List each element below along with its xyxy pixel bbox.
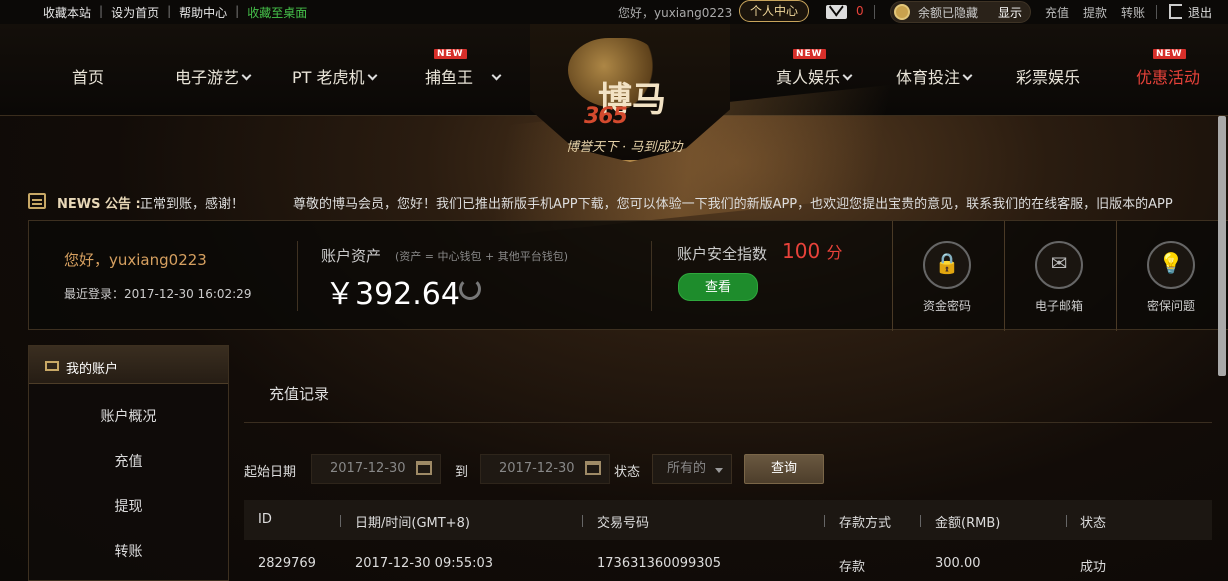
to-label: 到	[455, 465, 469, 480]
email-link[interactable]: ✉ 电子邮箱	[1004, 221, 1116, 331]
fund-password-link[interactable]: 🔒 资金密码	[892, 221, 1004, 331]
logo-slogan: 博誉天下 · 马到成功	[566, 140, 683, 155]
cell-method: 存款	[839, 560, 866, 575]
lightbulb-icon: 💡	[1158, 251, 1184, 275]
column-header[interactable]: 存款方式	[839, 512, 891, 531]
security-label: 账户安全指数	[677, 245, 768, 263]
status-label: 状态	[614, 465, 641, 480]
refresh-icon[interactable]	[459, 278, 481, 300]
assets-value: ￥392.64	[325, 277, 460, 312]
lock-icon: 🔒	[934, 251, 960, 275]
new-badge: NEW	[793, 49, 826, 59]
account-sidebar: 我的账户 账户概况 充值 提现 转账	[28, 345, 229, 581]
nav-lottery[interactable]: 彩票娱乐	[1016, 64, 1080, 88]
start-date-input[interactable]: 2017-12-30	[311, 454, 441, 484]
personal-center-button[interactable]: 个人中心	[739, 0, 809, 22]
top-links-left: 收藏本站 | 设为首页 | 帮助中心 | 收藏至桌面	[43, 4, 308, 21]
calendar-icon[interactable]	[585, 461, 601, 475]
sidebar-item-transfer[interactable]: 转账	[29, 541, 228, 561]
sidebar-item-deposit[interactable]: 充值	[29, 451, 228, 471]
chevron-down-icon	[367, 70, 377, 81]
column-header[interactable]: 交易号码	[597, 512, 649, 531]
transfer-link[interactable]: 转账	[1121, 4, 1145, 21]
new-badge: NEW	[1153, 49, 1186, 59]
cell-id: 2829769	[258, 556, 316, 571]
nav-live-casino[interactable]: 真人娱乐	[776, 64, 853, 88]
help-center-link[interactable]: 帮助中心	[179, 4, 227, 21]
sidebar-item-overview[interactable]: 账户概况	[29, 406, 228, 426]
end-date-input[interactable]: 2017-12-30	[480, 454, 610, 484]
column-header[interactable]: 状态	[1080, 512, 1106, 531]
assets-note: (资产 = 中心钱包 + 其他平台钱包)	[395, 250, 569, 263]
top-links-right: 充值 提款 转账	[1045, 4, 1159, 21]
set-homepage-link[interactable]: 设为首页	[111, 4, 159, 21]
top-utility-bar: 收藏本站 | 设为首页 | 帮助中心 | 收藏至桌面 您好，yuxiang022…	[0, 0, 1228, 24]
user-greeting: 您好，yuxiang0223	[618, 6, 733, 20]
nav-fishing-king[interactable]: 捕鱼王	[425, 64, 502, 88]
column-header[interactable]: 金额(RMB)	[935, 512, 1000, 531]
cell-datetime: 2017-12-30 09:55:03	[355, 556, 494, 571]
sidebar-header: 我的账户	[29, 346, 228, 384]
status-select[interactable]: 所有的	[652, 454, 732, 484]
logout-icon[interactable]	[1169, 4, 1182, 19]
column-header[interactable]: ID	[258, 512, 272, 527]
last-login: 最近登录：2017-12-30 16:02:29	[64, 287, 252, 301]
query-button[interactable]: 查询	[744, 454, 824, 484]
bookmark-link[interactable]: 收藏本站	[43, 4, 91, 21]
save-to-desktop-link[interactable]: 收藏至桌面	[247, 4, 307, 21]
news-ticker: NEWS 公告 : 正常到账，感谢！ 尊敬的博马会员，您好！我们已推出新版手机A…	[0, 190, 1228, 214]
announcement-icon	[28, 193, 46, 209]
table-row: 2829769 2017-12-30 09:55:03 173631360099…	[244, 544, 1212, 581]
assets-label: 账户资产	[321, 247, 382, 265]
page-title: 充值记录	[269, 385, 330, 403]
chevron-down-icon	[491, 70, 502, 81]
deposit-records-panel: 充值记录 起始日期 2017-12-30 到 2017-12-30 状态 所有的…	[244, 362, 1214, 581]
show-balance-button[interactable]: 显示	[998, 4, 1022, 21]
nav-promotions[interactable]: 优惠活动	[1136, 64, 1200, 88]
coin-icon	[894, 4, 910, 20]
nav-pt-slots[interactable]: PT 老虎机	[292, 64, 377, 88]
balance-hidden-text: 余额已隐藏	[918, 6, 979, 20]
cell-transaction-no: 173631360099305	[597, 556, 722, 571]
chevron-down-icon	[842, 70, 853, 81]
start-date-label: 起始日期	[244, 465, 297, 480]
news-text: 正常到账，感谢！	[140, 197, 245, 212]
logout-link[interactable]: 退出	[1188, 4, 1212, 21]
page-scrollbar[interactable]	[1218, 116, 1228, 581]
scrollbar-thumb[interactable]	[1218, 116, 1226, 376]
cell-amount: 300.00	[935, 556, 981, 571]
account-greeting: 您好，yuxiang0223	[64, 251, 207, 269]
cell-status: 成功	[1080, 560, 1107, 575]
mail-icon[interactable]	[826, 5, 847, 19]
nav-egames[interactable]: 电子游艺	[175, 64, 252, 88]
security-score: 100 分	[782, 239, 843, 263]
sidebar-item-withdraw[interactable]: 提现	[29, 496, 228, 516]
sidebar-title: 我的账户	[66, 362, 119, 377]
news-text: 尊敬的博马会员，您好！我们已推出新版手机APP下载，您可以体验一下我们的新版AP…	[293, 197, 1173, 212]
site-logo[interactable]: 博马 365 博誉天下 · 马到成功	[520, 24, 740, 164]
calendar-icon[interactable]	[416, 461, 432, 475]
logo-number: 365	[584, 104, 628, 129]
nav-home[interactable]: 首页	[72, 64, 104, 88]
security-question-link[interactable]: 💡 密保问题	[1116, 221, 1228, 331]
chevron-down-icon	[241, 70, 252, 81]
column-header[interactable]: 日期/时间(GMT+8)	[355, 512, 470, 531]
withdraw-link[interactable]: 提款	[1083, 4, 1107, 21]
account-summary-panel: 您好，yuxiang0223 最近登录：2017-12-30 16:02:29 …	[28, 220, 1228, 331]
table-header: ID 日期/时间(GMT+8) 交易号码 存款方式 金额(RMB) 状态	[244, 500, 1212, 540]
news-label: NEWS 公告 :	[57, 197, 141, 212]
mail-count: 0	[856, 4, 864, 18]
view-security-button[interactable]: 查看	[678, 273, 758, 301]
card-icon	[45, 361, 59, 371]
envelope-icon: ✉	[1050, 251, 1068, 275]
deposit-link[interactable]: 充值	[1045, 4, 1069, 21]
new-badge: NEW	[434, 49, 467, 59]
